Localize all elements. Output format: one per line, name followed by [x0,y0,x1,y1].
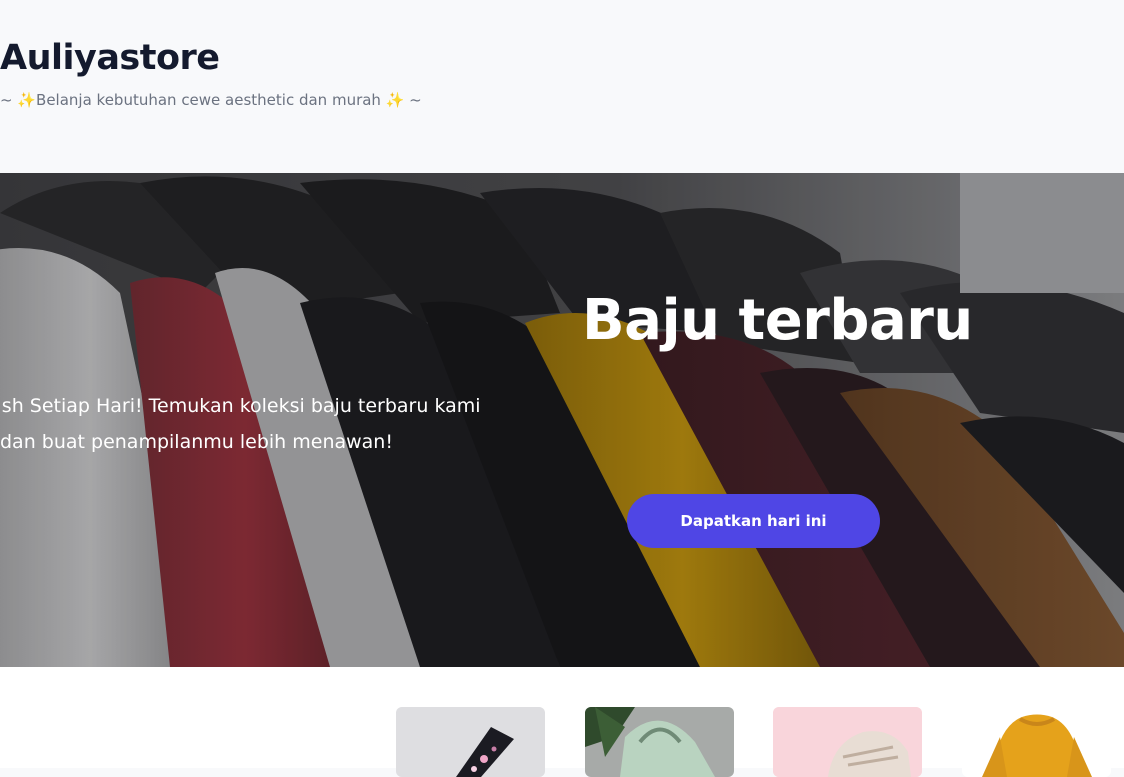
hero-banner: Baju terbaru ylish Setiap Hari! Temukan … [0,173,1124,667]
green-bag-product-image[interactable] [585,707,734,777]
hero-title: Baju terbaru [582,288,973,353]
get-it-today-button[interactable]: Dapatkan hari ini [627,494,880,548]
brand-title: Auliyastore [0,38,220,78]
sparkle-icon: ✨ [385,91,405,109]
tagline-suffix: ~ [404,91,422,109]
site-header: Auliyastore ~ ✨Belanja kebutuhan cewe ae… [0,0,1124,173]
hero-description-line-1: ylish Setiap Hari! Temukan koleksi baju … [0,395,481,417]
hero-description-line-2: dan buat penampilanmu lebih menawan! [0,431,393,453]
phone-case-product-image[interactable] [396,707,545,777]
yellow-sweater-product-image[interactable] [962,707,1111,777]
sparkle-icon: ✨ [17,91,37,109]
product-strip [0,667,1124,777]
site-tagline: ~ ✨Belanja kebutuhan cewe aesthetic dan … [0,91,422,109]
tagline-prefix: ~ [0,91,18,109]
hero-description: ylish Setiap Hari! Temukan koleksi baju … [0,388,520,460]
tagline-text: Belanja kebutuhan cewe aesthetic dan mur… [36,91,386,109]
sneaker-product-image[interactable] [773,707,922,777]
